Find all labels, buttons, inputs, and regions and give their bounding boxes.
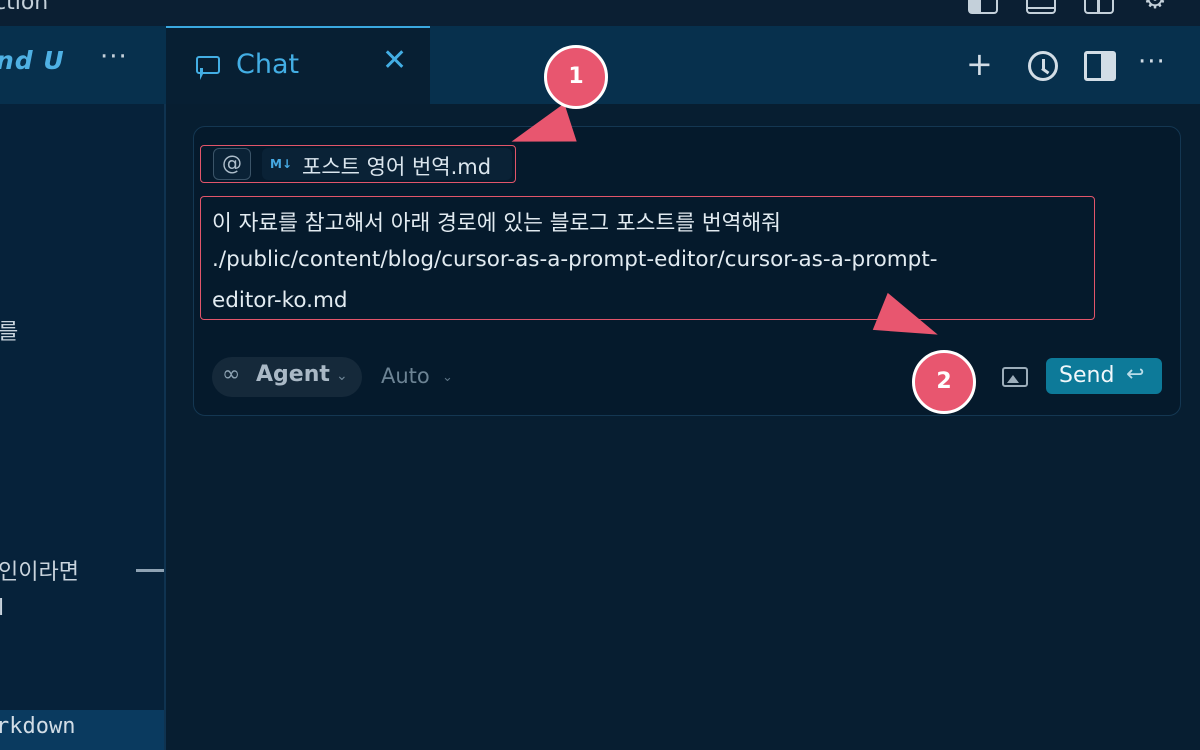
context-file-name: 포스트 영어 번역.md	[302, 155, 492, 179]
tab-chat[interactable]: Chat ✕	[166, 26, 430, 104]
markdown-icon: M↓	[270, 157, 292, 171]
sidebar-header: nd U ···	[0, 26, 166, 104]
settings-gear-icon[interactable]: ⚙	[1142, 0, 1168, 14]
sidebar-selected-item-label: rkdown	[0, 714, 76, 739]
message-line: editor-ko.md	[212, 288, 348, 313]
chevron-down-icon: ⌄	[336, 368, 348, 384]
chat-tab-bar: Chat ✕ + ···	[166, 26, 1200, 104]
image-attach-icon[interactable]	[1002, 367, 1028, 387]
toggle-secondary-sidebar-icon[interactable]	[1084, 0, 1114, 14]
left-sidebar: nd U ··· 를 인이라면 l rkdown	[0, 26, 166, 750]
message-line: 이 자료를 참고해서 아래 경로에 있는 블로그 포스트를 번역해줘	[212, 211, 781, 236]
send-button-label: Send	[1059, 363, 1115, 388]
enter-key-icon: ↩	[1126, 362, 1145, 387]
chat-tab-label: Chat	[236, 49, 300, 80]
window-top-bar: ction ⚙	[0, 0, 1200, 26]
sidebar-text-fragment: 인이라면	[0, 560, 79, 585]
toggle-panel-icon[interactable]	[1084, 51, 1116, 81]
agent-mode-label: Agent	[256, 362, 330, 387]
model-selector[interactable]: Auto	[381, 364, 430, 388]
sidebar-selected-item[interactable]: rkdown	[0, 710, 164, 750]
sidebar-text-fragment: l	[0, 596, 5, 621]
window-title: ction	[0, 0, 49, 15]
sidebar-more-icon[interactable]: ···	[100, 42, 128, 72]
sidebar-title: nd U	[0, 46, 65, 75]
add-context-button[interactable]: @	[213, 148, 251, 180]
sidebar-text-fragment: 를	[0, 320, 19, 345]
more-actions-icon[interactable]: ···	[1138, 46, 1166, 78]
history-icon[interactable]	[1028, 51, 1058, 81]
message-line: ./public/content/blog/cursor-as-a-prompt…	[212, 247, 938, 272]
chevron-down-icon: ⌄	[442, 370, 453, 385]
close-icon[interactable]: ✕	[382, 46, 407, 76]
infinity-icon: ∞	[222, 362, 241, 387]
annotation-callout-1: 1	[544, 45, 608, 109]
annotation-callout-2: 2	[912, 350, 976, 414]
toggle-panel-icon[interactable]	[1026, 0, 1056, 14]
toggle-primary-sidebar-icon[interactable]	[968, 0, 998, 14]
sidebar-fold-marker	[136, 569, 164, 572]
new-chat-plus-icon[interactable]: +	[966, 48, 993, 80]
chat-bubble-icon	[196, 56, 220, 80]
